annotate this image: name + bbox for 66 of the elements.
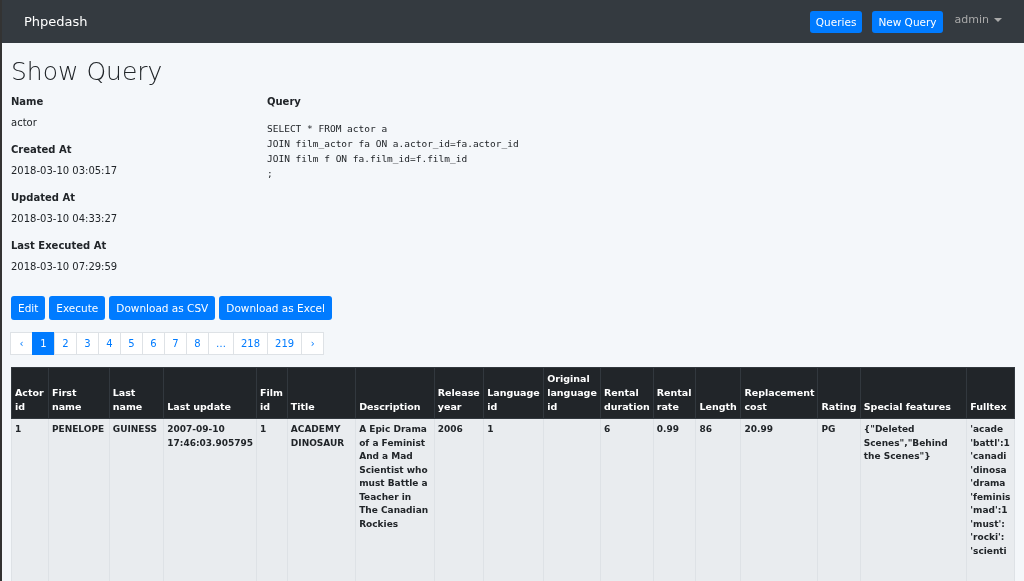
page-button[interactable]: 8 — [186, 332, 209, 355]
action-button[interactable]: Download as CSV — [109, 296, 216, 320]
field-value: 2018-03-10 07:29:59 — [11, 261, 119, 272]
column-header: Language id — [483, 367, 544, 419]
table-cell: 1 — [11, 418, 49, 581]
column-header: Last name — [109, 367, 164, 419]
table-cell: 20.99 — [741, 418, 818, 581]
action-button[interactable]: Edit — [11, 296, 46, 320]
column-header: Description — [355, 367, 435, 419]
table-cell: PENELOPE — [48, 418, 110, 581]
table-cell: ACADEMY DINOSAUR — [287, 418, 356, 581]
column-header: Special features — [860, 367, 967, 419]
field-value: 2018-03-10 03:05:17 — [11, 165, 119, 176]
column-header: Length — [695, 367, 741, 419]
field-label: Name — [11, 96, 45, 107]
column-header: Actor id — [11, 367, 49, 419]
table-cell: 'acade 'battl':1 'canadi 'dinosa 'drama 'feminis 'mad':1 'must': 'rocki': 'scienti — [966, 418, 1015, 581]
table-cell: 1 — [483, 418, 544, 581]
page-button[interactable]: 3 — [76, 332, 99, 355]
column-header: First name — [48, 367, 110, 419]
column-header: Rating — [817, 367, 861, 419]
caret-icon — [994, 17, 1002, 22]
previous-page-button[interactable]: ‹ — [10, 332, 33, 355]
column-header: Last update — [163, 367, 257, 419]
user-menu[interactable]: admin — [952, 13, 1002, 30]
table-cell: 6 — [600, 418, 654, 581]
table-cell: {"Deleted Scenes","Behind the Scenes"} — [860, 418, 967, 581]
page-button[interactable]: 5 — [120, 332, 143, 355]
next-page-button[interactable]: › — [301, 332, 325, 355]
page-button[interactable]: 4 — [98, 332, 121, 355]
action-button[interactable]: Download as Excel — [219, 296, 332, 320]
table-cell: 2007-09-10 17:46:03.905795 — [163, 418, 257, 581]
page-button[interactable]: 6 — [142, 332, 165, 355]
sql-code: SELECT * FROM actor a JOIN film_actor fa ON a.actor_id=fa.actor_id JOIN film f ON fa.film_id=f.film_id ; — [267, 122, 519, 181]
nav-button[interactable]: New Query — [872, 10, 943, 33]
page-button[interactable]: 1 — [32, 332, 55, 355]
column-header: Rental rate — [653, 367, 696, 419]
field-value: 2018-03-10 04:33:27 — [11, 213, 119, 224]
brand-link[interactable]: Phpedash — [24, 14, 88, 29]
table-cell: 86 — [695, 418, 741, 581]
column-header: Fulltex — [966, 367, 1015, 419]
table-cell: GUINESS — [109, 418, 164, 581]
column-header: Release year — [434, 367, 484, 419]
column-header: Original language id — [543, 367, 601, 419]
page-button[interactable]: 219 — [267, 332, 303, 355]
page-button[interactable]: … — [208, 332, 234, 355]
page-button[interactable]: 2 — [54, 332, 77, 355]
column-header: Title — [287, 367, 356, 419]
field-label: Created At — [11, 144, 73, 155]
table-cell: A Epic Drama of a Feminist And a Mad Scientist who must Battle a Teacher in The Canadian Rockies — [355, 418, 435, 581]
table-cell: PG — [817, 418, 861, 581]
action-button[interactable]: Execute — [49, 296, 106, 320]
field-label: Last Executed At — [11, 240, 108, 251]
table-cell: 0.99 — [653, 418, 696, 581]
table-cell: 1 — [256, 418, 288, 581]
nav-button[interactable]: Queries — [809, 10, 863, 33]
page-button[interactable]: 7 — [164, 332, 187, 355]
field-label: Query — [267, 96, 302, 107]
field-value: actor — [11, 117, 38, 128]
table-cell: 2006 — [434, 418, 484, 581]
field-label: Updated At — [11, 192, 76, 203]
column-header: Rental duration — [600, 367, 654, 419]
page-title: Show Query — [11, 57, 164, 86]
column-header: Replacement cost — [741, 367, 818, 419]
column-header: Film id — [256, 367, 288, 419]
page-button[interactable]: 218 — [233, 332, 269, 355]
